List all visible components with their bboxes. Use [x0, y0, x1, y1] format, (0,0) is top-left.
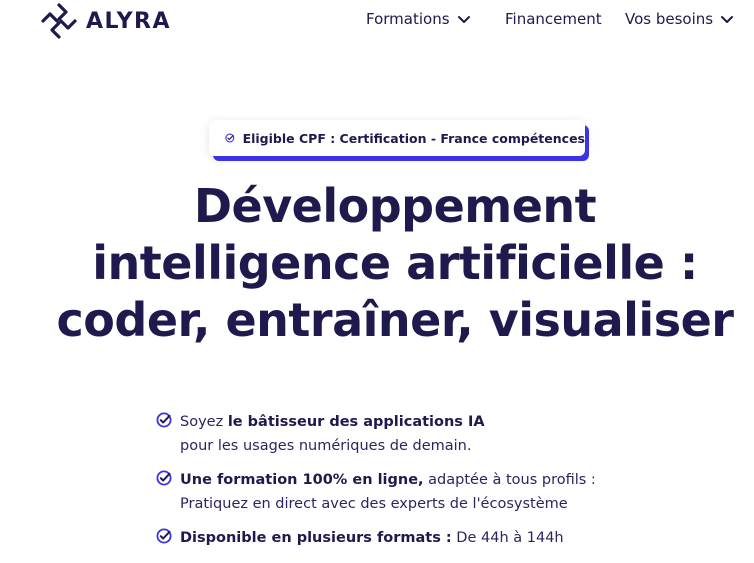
feature-item: Une formation 100% en ligne, adaptée à t… — [156, 468, 656, 516]
hero-title: Développement intelligence artificielle … — [0, 178, 754, 349]
hero-title-line: coder, entraîner, visualiser — [56, 293, 734, 347]
check-circle-icon — [225, 133, 235, 143]
feature-highlight: Une formation 100% en ligne, — [180, 472, 424, 488]
feature-item: Soyez le bâtisseur des applications IA p… — [156, 410, 656, 458]
hero-title-line: intelligence artificielle : — [92, 236, 698, 290]
main-nav: Formations Financement Vos besoins — [0, 10, 754, 32]
nav-item-formations[interactable]: Formations — [366, 10, 472, 28]
feature-list: Soyez le bâtisseur des applications IA p… — [156, 410, 656, 560]
chevron-down-icon — [721, 16, 734, 23]
feature-prefix: Soyez — [180, 414, 228, 430]
check-circle-icon — [156, 526, 172, 550]
feature-text: Disponible en plusieurs formats : De 44h… — [180, 526, 564, 550]
feature-item: Disponible en plusieurs formats : De 44h… — [156, 526, 656, 550]
feature-detail: Pratiquez en direct avec des experts de … — [180, 496, 568, 512]
feature-highlight: Disponible en plusieurs formats : — [180, 530, 452, 546]
nav-item-label: Vos besoins — [625, 10, 714, 28]
site-header: ALYRA Formations Financement Vos besoins — [0, 0, 754, 42]
cpf-eligibility-badge: Eligible CPF : Certification - France co… — [209, 120, 585, 156]
chevron-down-icon — [457, 16, 470, 23]
nav-item-label: Financement — [505, 10, 602, 28]
badge-text: Eligible CPF : Certification - France co… — [242, 130, 585, 146]
feature-text: Une formation 100% en ligne, adaptée à t… — [180, 468, 596, 516]
nav-item-financement[interactable]: Financement — [505, 10, 602, 28]
feature-suffix: adaptée à tous profils : — [423, 472, 596, 488]
hero-title-line: Développement — [193, 179, 597, 233]
feature-text: Soyez le bâtisseur des applications IA p… — [180, 410, 485, 458]
nav-item-label: Formations — [366, 10, 450, 28]
feature-detail: pour les usages numériques de demain. — [180, 438, 472, 454]
feature-highlight: le bâtisseur des applications IA — [227, 414, 485, 430]
check-circle-icon — [156, 468, 172, 516]
check-circle-icon — [156, 410, 172, 458]
feature-suffix: De 44h à 144h — [451, 530, 564, 546]
nav-item-vos-besoins[interactable]: Vos besoins — [625, 10, 735, 28]
